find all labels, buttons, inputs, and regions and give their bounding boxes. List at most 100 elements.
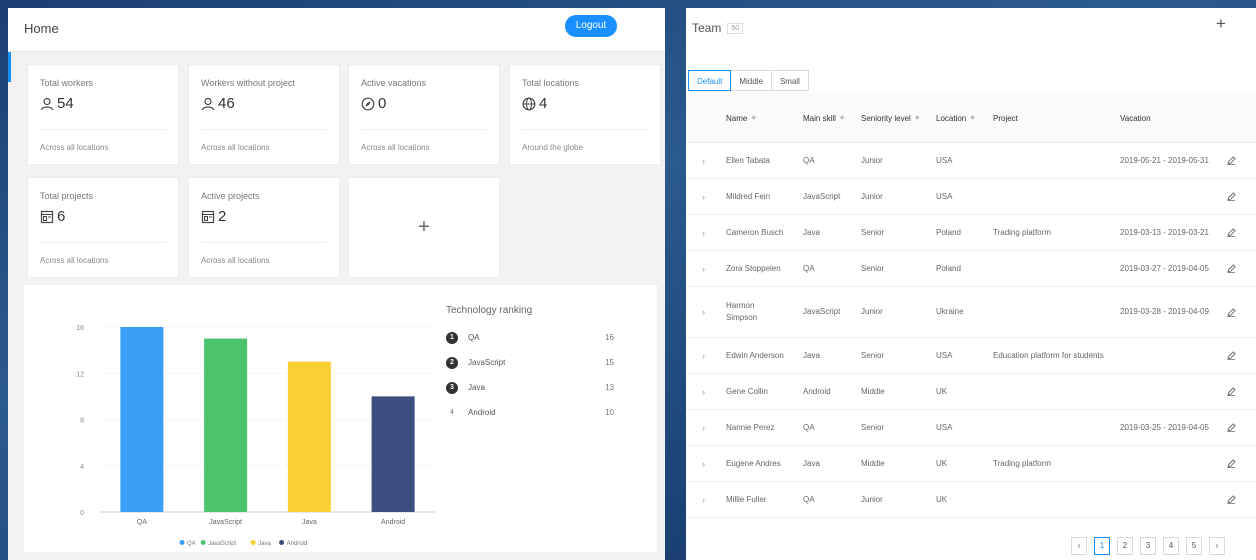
expand-row-icon[interactable]: › xyxy=(702,143,705,178)
table-row[interactable]: › Zora Stoppelen QA Senior Poland 2019-03-27 … xyxy=(686,251,1256,287)
table-row[interactable]: › Eugene Andres Java Middle UK Trading platfo… xyxy=(686,446,1256,482)
y-tick-label: 16 xyxy=(76,325,84,332)
cell-name: Millie Fuller xyxy=(726,494,767,504)
column-header[interactable]: Main skill ◆ xyxy=(803,93,857,143)
column-header[interactable]: Vacation xyxy=(1120,93,1230,143)
table-header: Name ◆ Main skill ◆ Seniority level ◆ Location… xyxy=(686,93,1256,143)
edit-icon[interactable] xyxy=(1227,482,1236,517)
cell-vacation: 2019-03-28 - 2019-04-09 xyxy=(1120,307,1209,316)
legend-marker xyxy=(279,540,285,545)
cell-skill: Android xyxy=(803,386,831,396)
x-tick-label: QA xyxy=(137,519,147,526)
table-body: › Ellen Tabata QA Junior USA 2019-05-21 - 201… xyxy=(686,143,1256,518)
ranking-row: 3 Java 13 xyxy=(446,382,636,407)
sort-icon[interactable]: ◆ xyxy=(751,113,756,124)
table-row[interactable]: › Harmon Simpson JavaScript Junior Ukraine 20… xyxy=(686,287,1256,338)
stat-card-footer: Across all locations xyxy=(40,256,109,265)
edit-icon[interactable] xyxy=(1227,143,1236,178)
expand-row-icon[interactable]: › xyxy=(702,251,705,286)
page-4-button[interactable]: 4 xyxy=(1163,537,1179,555)
page-2-button[interactable]: 2 xyxy=(1117,537,1133,555)
expand-row-icon[interactable]: › xyxy=(702,482,705,517)
page-5-button[interactable]: 5 xyxy=(1186,537,1202,555)
logout-button[interactable]: Logout xyxy=(565,15,617,37)
cell-vacation: 2019-03-27 - 2019-04-05 xyxy=(1120,263,1209,273)
cell-project: Trading platform xyxy=(993,458,1051,468)
prev-page-button[interactable]: ‹ xyxy=(1071,537,1087,555)
ranking-title: Technology ranking xyxy=(446,305,533,316)
table-row[interactable]: › Ellen Tabata QA Junior USA 2019-05-21 - 201… xyxy=(686,143,1256,179)
tab-middle[interactable]: Middle xyxy=(730,70,772,91)
table-row[interactable]: › Millie Fuller QA Junior UK xyxy=(686,482,1256,518)
legend-label[interactable]: Java xyxy=(258,541,271,547)
cell-project: Education platform for students xyxy=(993,350,1104,360)
edit-icon[interactable] xyxy=(1227,287,1236,337)
team-title: Team xyxy=(692,21,722,35)
sort-icon[interactable]: ◆ xyxy=(915,113,920,124)
column-header-label: Name xyxy=(726,113,748,123)
legend-label[interactable]: QA xyxy=(187,541,196,547)
table-row[interactable]: › Mildred Fein JavaScript Junior USA xyxy=(686,179,1256,215)
add-worker-icon[interactable]: + xyxy=(1216,14,1226,34)
stat-card-title: Active vacations xyxy=(361,78,427,88)
stat-card-title: Total workers xyxy=(40,78,94,88)
expand-row-icon[interactable]: › xyxy=(702,374,705,409)
rank-name: QA xyxy=(468,333,480,342)
pagination: ‹ 1 2 3 4 5 › xyxy=(1071,537,1225,555)
table-row[interactable]: › Cameron Busch Java Senior Poland Trading pl… xyxy=(686,215,1256,251)
tab-default[interactable]: Default xyxy=(688,70,732,91)
cell-vacation: 2019-03-25 - 2019-04-05 xyxy=(1120,422,1209,432)
edit-icon[interactable] xyxy=(1227,446,1236,481)
edit-icon[interactable] xyxy=(1227,338,1236,373)
stat-card: Total locations 4 Around the globe xyxy=(509,64,661,165)
bar[interactable] xyxy=(204,338,248,512)
cell-level: Junior xyxy=(861,191,883,201)
column-header[interactable]: Project xyxy=(993,93,1118,143)
table-row[interactable]: › Edwin Anderson Java Senior USA Education pl… xyxy=(686,338,1256,374)
add-card-button[interactable]: + xyxy=(348,177,500,278)
table-row[interactable]: › Nannie Perez QA Senior USA 2019-03-25 - 201… xyxy=(686,410,1256,446)
page-1-button[interactable]: 1 xyxy=(1094,537,1110,555)
stat-value-text: 6 xyxy=(57,208,66,225)
ranking-list: 1 QA 16 2 JavaScript 15 3 Java 13 4 Android 10 xyxy=(446,332,636,432)
column-header[interactable]: Location ◆ xyxy=(936,93,988,143)
edit-icon[interactable] xyxy=(1227,410,1236,445)
expand-row-icon[interactable]: › xyxy=(702,338,705,373)
stat-card-value: 4 xyxy=(522,95,547,112)
stat-card: Workers without project 46 Across all loca… xyxy=(188,64,340,165)
sort-icon[interactable]: ◆ xyxy=(840,113,845,124)
user-icon xyxy=(201,97,215,111)
edit-icon[interactable] xyxy=(1227,179,1236,214)
cell-level: Junior xyxy=(861,307,883,316)
stat-value-text: 46 xyxy=(218,95,235,112)
globe-icon xyxy=(522,97,536,111)
table-row[interactable]: › Gene Collin Android Middle UK xyxy=(686,374,1256,410)
y-tick-label: 0 xyxy=(80,510,84,517)
edit-icon[interactable] xyxy=(1227,215,1236,250)
expand-row-icon[interactable]: › xyxy=(702,215,705,250)
expand-row-icon[interactable]: › xyxy=(702,179,705,214)
expand-row-icon[interactable]: › xyxy=(702,287,705,337)
column-header[interactable]: Name ◆ xyxy=(726,93,796,143)
bar[interactable] xyxy=(287,361,331,512)
stat-value-text: 2 xyxy=(218,208,227,225)
column-header[interactable]: Seniority level ◆ xyxy=(861,93,931,143)
bar[interactable] xyxy=(371,396,415,512)
expand-row-icon[interactable]: › xyxy=(702,410,705,445)
card-divider xyxy=(522,129,648,130)
legend-label[interactable]: JavaScript xyxy=(208,541,236,547)
bar[interactable] xyxy=(120,327,164,512)
edit-icon[interactable] xyxy=(1227,374,1236,409)
page-3-button[interactable]: 3 xyxy=(1140,537,1156,555)
edit-icon[interactable] xyxy=(1227,251,1236,286)
tab-small[interactable]: Small xyxy=(770,70,809,91)
stat-card-title: Workers without project xyxy=(201,78,295,88)
sort-icon[interactable]: ◆ xyxy=(970,113,975,124)
ranking-row: 2 JavaScript 15 xyxy=(446,357,636,382)
cell-name: Cameron Busch xyxy=(726,227,784,237)
legend-marker xyxy=(179,540,185,545)
legend-label[interactable]: Android xyxy=(287,541,308,547)
team-panel: Team 50 + Default Middle Small Name ◆ Main s… xyxy=(686,8,1256,560)
next-page-button[interactable]: › xyxy=(1209,537,1225,555)
expand-row-icon[interactable]: › xyxy=(702,446,705,481)
